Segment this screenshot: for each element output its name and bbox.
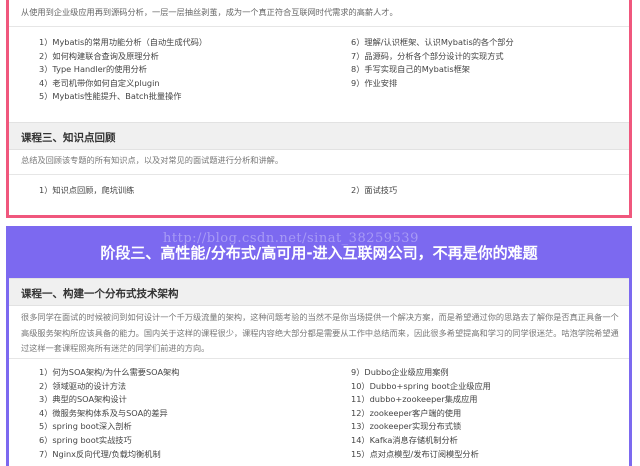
list-item: 2）面试技巧 (351, 185, 398, 195)
list-item: 5）Mybatis性能提升、Batch批量操作 (39, 91, 182, 102)
stage3-panel: http://blog.csdn.net/sinat_38259539 阶段三、… (6, 226, 632, 466)
list-item: 1）Mybatis的常用功能分析（自动生成代码） (39, 37, 208, 47)
list-item: 8）手写实现自己的Mybatis框架 (351, 64, 470, 75)
divider (9, 358, 629, 359)
stage3-right-list: 9）Dubbo企业级应用案例 10）Dubbo+spring boot企业级应用… (351, 366, 491, 461)
list-item: 11）dubbo+zookeeper集成应用 (351, 394, 478, 405)
list-item: 6）spring boot实战技巧 (39, 434, 132, 445)
course3-left-list: 1）知识点回顾，爬坑训练 (39, 184, 134, 198)
list-item: 7）品源码，分析各个部分设计的实现方式 (351, 50, 504, 61)
course-header: 课程三、知识点回顾 (9, 122, 629, 150)
list-item: 1）知识点回顾，爬坑训练 (39, 185, 135, 195)
list-item: 1）何为SOA架构/为什么需要SOA架构 (39, 367, 180, 377)
stage3-left-list: 1）何为SOA架构/为什么需要SOA架构 2）领域驱动的设计方法 3）典型的SO… (39, 366, 179, 461)
list-item: 4）微服务架构体系及与SOA的差异 (39, 407, 168, 418)
list-item: 2）领域驱动的设计方法 (39, 380, 127, 391)
stage3-title: 阶段三、高性能/分布式/高可用-进入互联网公司，不再是你的难题 (100, 244, 538, 262)
list-item: 5）spring boot深入剖析 (39, 421, 132, 432)
list-item: 12）zookeeper客户端的使用 (351, 407, 462, 418)
list-item: 10）Dubbo+spring boot企业级应用 (351, 380, 491, 391)
list-item: 6）理解/认识框架、认识Mybatis的各个部分 (351, 37, 514, 47)
course-description: 总结及回顾该专题的所有知识点，以及对常见的面试题进行分析和讲解。 (21, 155, 284, 165)
list-item: 2）如何构建联合查询及原理分析 (39, 50, 159, 61)
course3-right-list: 2）面试技巧 (351, 184, 397, 198)
course-title: 课程三、知识点回顾 (21, 132, 116, 144)
divider (9, 26, 629, 27)
list-item: 14）Kafka消息存储机制分析 (351, 434, 458, 445)
stage2-left-list: 1）Mybatis的常用功能分析（自动生成代码） 2）如何构建联合查询及原理分析… (39, 36, 207, 104)
course-description: 很多同学在面试的时候被问到如何设计一个千万级流量的架构，这种问题考验的当然不是你… (21, 312, 619, 353)
list-item: 9）作业安排 (351, 77, 398, 88)
stage2-course-intro: 从使用到企业级应用再到源码分析，一层一层抽丝剥茧，成为一个真正符合互联网时代需求… (21, 7, 398, 17)
divider (9, 174, 629, 175)
course-header: 课程一、构建一个分布式技术架构 (9, 278, 629, 306)
course-title: 课程一、构建一个分布式技术架构 (21, 288, 179, 300)
stage3-banner: http://blog.csdn.net/sinat_38259539 阶段三、… (9, 226, 629, 278)
list-item: 15）点对点模型/发布订阅模型分析 (351, 448, 479, 459)
list-item: 13）zookeeper实现分布式锁 (351, 421, 462, 432)
stage2-panel: 从使用到企业级应用再到源码分析，一层一层抽丝剥茧，成为一个真正符合互联网时代需求… (6, 0, 632, 218)
list-item: 9）Dubbo企业级应用案例 (351, 367, 449, 377)
list-item: 7）Nginx反向代理/负载均衡机制 (39, 448, 161, 459)
list-item: 3）典型的SOA架构设计 (39, 394, 127, 405)
list-item: 4）老司机带你如何自定义plugin (39, 77, 160, 88)
list-item: 3）Type Handler的使用分析 (39, 64, 147, 75)
stage2-right-list: 6）理解/认识框架、认识Mybatis的各个部分 7）品源码，分析各个部分设计的… (351, 36, 514, 90)
